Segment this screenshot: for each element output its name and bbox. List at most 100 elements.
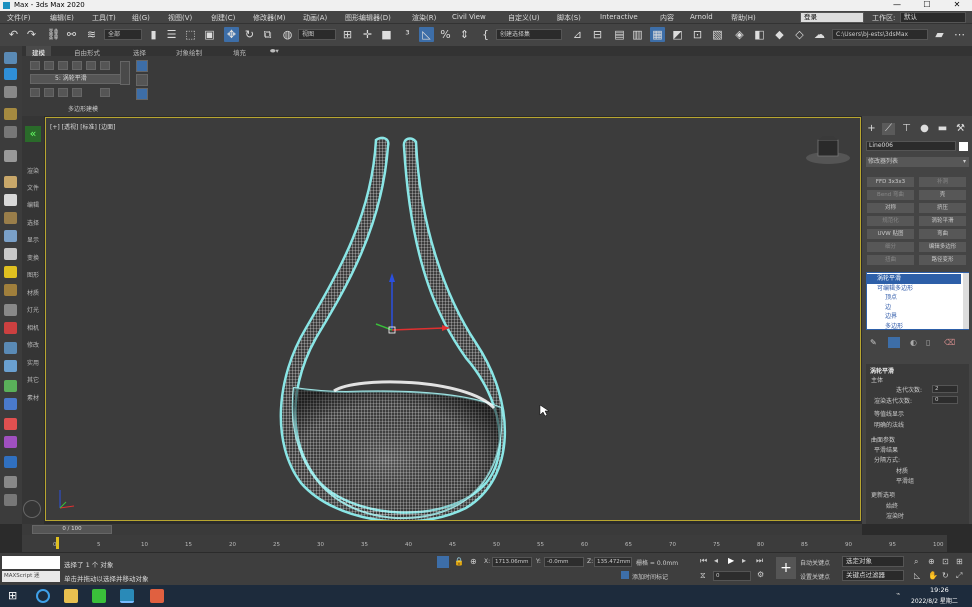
menu-file[interactable]: 文件(F): [7, 13, 31, 23]
ribbon-panel-icon-b[interactable]: [136, 74, 148, 86]
stack-scrollbar[interactable]: [963, 273, 969, 329]
key-filters-button[interactable]: 关键点过滤器: [842, 570, 904, 581]
polygon-mode-button[interactable]: [86, 61, 96, 70]
orbit-icon[interactable]: ↻: [942, 571, 949, 580]
bind-spacewarp-icon[interactable]: ≋: [84, 27, 99, 42]
materials-checkbox[interactable]: 材质: [896, 466, 908, 475]
go-to-end-icon[interactable]: ⏭: [756, 556, 763, 566]
hierarchy-tab-icon[interactable]: ⊤: [900, 123, 913, 135]
systems-icon[interactable]: [4, 342, 17, 354]
add-time-tag-button[interactable]: 添加时间标记: [632, 572, 668, 581]
side-cmd-select[interactable]: 选择: [23, 218, 43, 227]
y-coordinate-field[interactable]: -0.0mm: [544, 557, 584, 567]
ribbon-panel-icon-c[interactable]: [136, 88, 148, 100]
layer-explorer-icon[interactable]: ▥: [630, 27, 645, 42]
link-icon[interactable]: ⛓: [46, 27, 61, 42]
side-cmd-other[interactable]: 其它: [23, 375, 43, 384]
side-cmd-render[interactable]: 渲染: [23, 166, 43, 175]
modify-icon[interactable]: [4, 126, 17, 138]
stack-item-editable-poly[interactable]: 可编辑多边形: [867, 284, 961, 294]
menu-interactive[interactable]: Interactive: [600, 13, 638, 21]
mirror-icon[interactable]: ⊿: [570, 27, 585, 42]
render-production-icon[interactable]: ◆: [772, 27, 787, 42]
selection-filter-dropdown[interactable]: 全部: [104, 29, 142, 40]
show-end-result-button[interactable]: [72, 88, 82, 97]
render-cloud-icon[interactable]: ☁: [812, 27, 827, 42]
ribbon-options-icon[interactable]: ⬬▾: [264, 46, 285, 56]
water-icon[interactable]: [4, 398, 17, 410]
scale-icon[interactable]: ⧉: [260, 27, 275, 42]
rotate-icon[interactable]: ↻: [242, 27, 257, 42]
edge-mode-button[interactable]: [58, 61, 68, 70]
file-explorer-icon[interactable]: [64, 589, 78, 603]
go-to-start-icon[interactable]: ⏮: [700, 556, 707, 566]
cloud-icon[interactable]: [4, 52, 17, 64]
tab-populate[interactable]: 填充: [227, 46, 252, 57]
explicit-normals-checkbox[interactable]: 明确的法线: [874, 420, 904, 429]
select-object-icon[interactable]: ▮: [146, 27, 161, 42]
viewcube[interactable]: [806, 136, 850, 164]
collapse-stack-button[interactable]: [58, 88, 68, 97]
menu-graph-editors[interactable]: 图形编辑器(D): [345, 13, 391, 23]
set-key-button[interactable]: 设置关键点: [800, 572, 830, 581]
clock-time[interactable]: 19:26: [930, 586, 949, 594]
mod-btn-bend-a[interactable]: Bend 弯曲: [867, 190, 914, 200]
display-tab-icon[interactable]: ▬: [936, 123, 949, 135]
key-mode-icon[interactable]: ⧖: [700, 571, 706, 581]
menu-group[interactable]: 组(G): [132, 13, 150, 23]
maximize-button[interactable]: ☐: [912, 0, 942, 9]
mod-btn-normalize[interactable]: 规范化: [867, 216, 914, 226]
mod-btn-squeeze[interactable]: 挤压: [919, 203, 966, 213]
side-cmd-utility[interactable]: 实用: [23, 358, 43, 367]
window-crossing-icon[interactable]: ▣: [202, 27, 217, 42]
material-ball-icon[interactable]: [4, 176, 17, 188]
absolute-mode-icon[interactable]: ⊕: [470, 557, 477, 566]
fov-icon[interactable]: ◺: [914, 571, 920, 580]
iterations-spinner[interactable]: 2: [932, 385, 958, 393]
render-icon[interactable]: [4, 436, 17, 448]
render-setup-icon[interactable]: ◈: [732, 27, 747, 42]
always-radio[interactable]: 始终: [886, 501, 898, 510]
minimize-button[interactable]: —: [882, 0, 912, 9]
when-rendering-radio[interactable]: 渲染时: [886, 511, 904, 520]
make-unique-icon[interactable]: ◐: [910, 338, 917, 347]
material-editor-icon[interactable]: ▧: [710, 27, 725, 42]
menu-views[interactable]: 视图(V): [168, 13, 192, 23]
snaps-toggle-icon[interactable]: ³: [400, 27, 415, 42]
menu-customize[interactable]: 自定义(U): [508, 13, 540, 23]
schematic-view-icon[interactable]: ⊡: [690, 27, 705, 42]
render-iterative-icon[interactable]: ◇: [792, 27, 807, 42]
menu-animation[interactable]: 动画(A): [303, 13, 327, 23]
render-iters-spinner[interactable]: 0: [932, 396, 958, 404]
side-cmd-modify[interactable]: 修改: [23, 340, 43, 349]
modifier-stack-dropdown[interactable]: 5: 涡轮平滑: [30, 74, 126, 84]
menu-help[interactable]: 帮助(H): [731, 13, 756, 23]
utility-icon[interactable]: [4, 476, 17, 488]
percent-snap-icon[interactable]: %: [438, 27, 453, 42]
sphere-icon[interactable]: [4, 194, 17, 206]
helper-icon[interactable]: [4, 304, 17, 316]
angle-snap-icon[interactable]: ◺: [419, 27, 434, 42]
stack-item-turbosmooth[interactable]: 涡轮平滑: [867, 274, 961, 284]
script-icon[interactable]: [4, 456, 17, 468]
workspace-dropdown[interactable]: 默认: [900, 12, 966, 23]
time-slider-thumb[interactable]: 0 / 100: [32, 525, 112, 534]
set-key-plus-button[interactable]: +: [776, 557, 796, 579]
x-coordinate-field[interactable]: 1713.06mm: [492, 557, 532, 567]
selected-object-dropdown[interactable]: 选定对象: [842, 556, 904, 567]
zoom-all-icon[interactable]: ⊕: [928, 557, 935, 566]
scene-icon[interactable]: [4, 68, 17, 80]
plant-icon[interactable]: [4, 380, 17, 392]
create-panel-icon[interactable]: [4, 108, 17, 120]
tab-selection[interactable]: 选择: [127, 46, 152, 57]
hierarchy-icon[interactable]: [4, 150, 17, 162]
recorder-icon[interactable]: [150, 589, 164, 603]
object-color-swatch[interactable]: [959, 142, 968, 151]
object-name-field[interactable]: Line006: [866, 141, 956, 151]
zoom-icon[interactable]: ⌕: [914, 557, 918, 567]
edge-browser-icon[interactable]: [36, 589, 50, 603]
modifier-list-dropdown[interactable]: 修改器列表 ▾: [866, 157, 969, 167]
side-cmd-display[interactable]: 显示: [23, 235, 43, 244]
light-icon[interactable]: [4, 266, 17, 278]
unlink-icon[interactable]: ⚯: [64, 27, 79, 42]
